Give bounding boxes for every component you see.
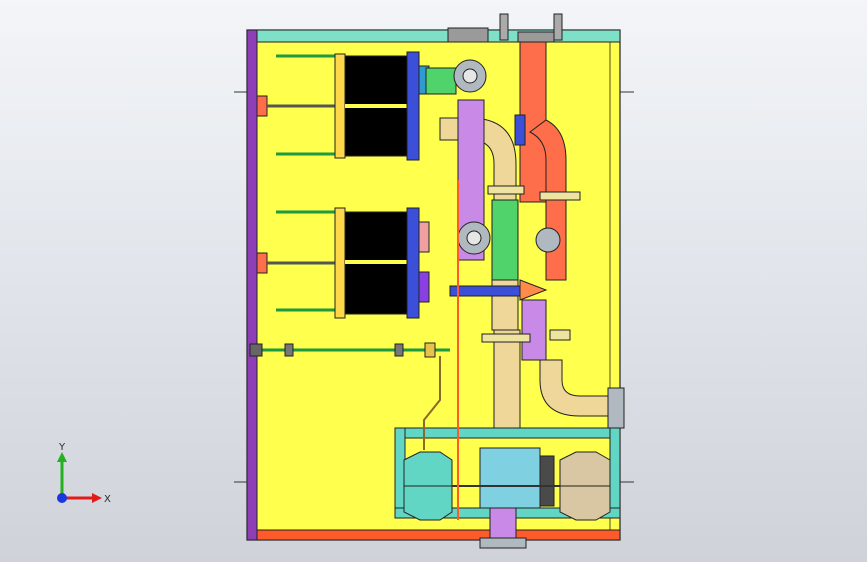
right-flange[interactable] bbox=[607, 387, 625, 429]
valve-upper[interactable] bbox=[453, 59, 487, 93]
green-pipe bbox=[491, 199, 519, 281]
y-axis-arrowhead bbox=[57, 452, 67, 462]
blue-branch bbox=[449, 285, 531, 297]
z-axis-dot bbox=[57, 493, 67, 503]
left-pump[interactable] bbox=[403, 451, 453, 521]
valve-middle[interactable] bbox=[457, 221, 491, 255]
assembly-model[interactable] bbox=[0, 0, 867, 562]
frame-top-rail bbox=[246, 29, 621, 43]
axis-triad: Y X bbox=[57, 442, 111, 505]
y-axis-label: Y bbox=[58, 442, 66, 453]
cad-viewport[interactable]: Y X bbox=[0, 0, 867, 562]
top-valves[interactable] bbox=[447, 13, 563, 43]
bottom-outlet-pipe bbox=[489, 507, 517, 539]
x-axis-arrowhead bbox=[92, 493, 102, 503]
frame-bottom-rail bbox=[256, 529, 621, 541]
valve-right[interactable] bbox=[535, 227, 561, 253]
frame-left-rail bbox=[246, 29, 258, 541]
bottom-flange[interactable] bbox=[479, 537, 527, 549]
x-axis-label: X bbox=[104, 494, 111, 505]
right-pump[interactable] bbox=[559, 451, 611, 521]
